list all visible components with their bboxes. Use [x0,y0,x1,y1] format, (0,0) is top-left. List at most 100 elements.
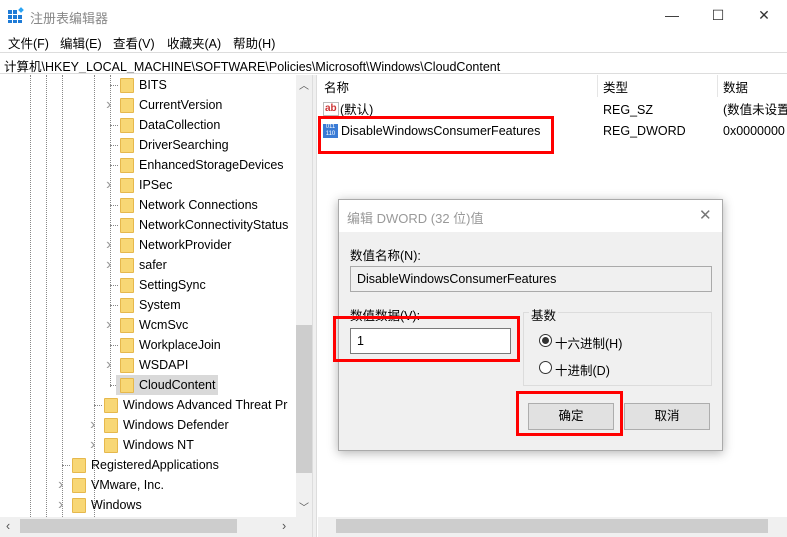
folder-icon [104,398,118,413]
menu-file[interactable]: 文件(F) [8,33,49,52]
chevron-right-icon[interactable]: › [90,415,95,435]
tree-item[interactable]: › Windows [0,495,296,515]
highlight-value-data [333,316,520,362]
folder-icon [120,358,134,373]
tree-item-label: WorkplaceJoin [139,338,221,352]
registry-tree: BITS › CurrentVersion DataCollection DriverS… [0,75,296,517]
column-header-name[interactable]: 名称 [324,78,349,98]
highlight-value-name [318,116,554,154]
folder-icon [104,418,118,433]
tree-item[interactable]: › Windows Defender [0,415,296,435]
folder-icon [120,198,134,213]
chevron-right-icon[interactable]: › [106,355,111,375]
radio-checked-icon[interactable] [539,334,552,347]
value-name-field: DisableWindowsConsumerFeatures [350,266,712,292]
tree-item-label: IPSec [139,178,173,192]
folder-icon [120,98,134,113]
tree-item[interactable]: Network Connections [0,195,296,215]
chevron-right-icon[interactable]: › [106,175,111,195]
chevron-right-icon[interactable]: › [106,235,111,255]
folder-icon [120,78,134,93]
tree-item[interactable]: SettingSync [0,275,296,295]
tree-vertical-scrollbar[interactable]: ︿ ﹀ [296,75,312,517]
folder-icon [120,238,134,253]
chevron-right-icon[interactable]: › [106,315,111,335]
title-bar: 注册表编辑器 — ☐ ✕ [0,0,787,30]
scroll-thumb[interactable] [296,325,312,473]
tree-item[interactable]: DriverSearching [0,135,296,155]
chevron-right-icon[interactable]: › [58,475,63,495]
tree-item[interactable]: RegisteredApplications [0,455,296,475]
menu-edit[interactable]: 编辑(E) [60,33,102,52]
folder-icon [104,438,118,453]
tree-item[interactable]: › NetworkProvider [0,235,296,255]
maximize-button[interactable]: ☐ [695,0,741,30]
tree-item[interactable]: EnhancedStorageDevices [0,155,296,175]
scroll-thumb[interactable] [336,519,768,533]
chevron-right-icon[interactable]: › [90,435,95,455]
scroll-up-icon[interactable]: ︿ [299,77,309,92]
tree-item[interactable]: BITS [0,75,296,95]
folder-icon [120,218,134,233]
cancel-button[interactable]: 取消 [624,403,710,430]
chevron-right-icon[interactable]: › [106,255,111,275]
tree-item-label: WSDAPI [139,358,189,372]
scroll-down-icon[interactable]: ﹀ [299,499,309,514]
folder-icon [120,318,134,333]
radio-decimal-label: 十进制(D) [555,364,610,378]
tree-item[interactable]: WorkplaceJoin [0,335,296,355]
tree-item-label: CurrentVersion [139,98,223,112]
scroll-thumb[interactable] [20,519,237,533]
value-type: REG_SZ [603,103,654,117]
chevron-right-icon[interactable]: › [58,495,63,515]
folder-icon [120,258,134,273]
folder-icon [120,338,134,353]
chevron-right-icon[interactable]: › [106,95,111,115]
value-data: (数值未设置 [723,103,787,117]
menu-help[interactable]: 帮助(H) [233,33,275,52]
column-header-data[interactable]: 数据 [723,78,748,98]
menu-view[interactable]: 查看(V) [113,33,155,52]
dialog-title-bar: 编辑 DWORD (32 位)值 ✕ [339,200,722,232]
pane-splitter[interactable] [312,75,317,537]
tree-item[interactable]: DataCollection [0,115,296,135]
minimize-button[interactable]: — [649,0,695,30]
highlight-ok-button [516,391,623,436]
tree-item-label: Windows [91,498,142,512]
menu-bar: 文件(F) 编辑(E) 查看(V) 收藏夹(A) 帮助(H) [0,30,787,52]
tree-item[interactable]: › WcmSvc [0,315,296,335]
tree-item[interactable]: › CurrentVersion [0,95,296,115]
folder-icon [120,138,134,153]
regedit-app-icon [8,7,24,23]
tree-item[interactable]: › IPSec [0,175,296,195]
values-horizontal-scrollbar[interactable] [318,517,787,537]
tree-item[interactable]: System [0,295,296,315]
tree-item-label: System [139,298,181,312]
tree-item[interactable]: NetworkConnectivityStatus [0,215,296,235]
folder-icon [120,278,134,293]
tree-item-label: Windows Defender [123,418,229,432]
tree-item[interactable]: › Windows NT [0,435,296,455]
address-bar[interactable]: 计算机\HKEY_LOCAL_MACHINE\SOFTWARE\Policies… [0,52,787,74]
tree-item[interactable]: › VMware, Inc. [0,475,296,495]
tree-item[interactable]: CloudContent [0,375,296,395]
tree-item[interactable]: › WSDAPI [0,355,296,375]
scroll-left-icon[interactable]: ‹ [6,519,10,533]
folder-icon [120,378,134,393]
tree-item-label: NetworkProvider [139,238,232,252]
tree-item[interactable]: Windows Advanced Threat Pr [0,395,296,415]
tree-item-label: DriverSearching [139,138,229,152]
radio-unchecked-icon[interactable] [539,361,552,374]
close-button[interactable]: ✕ [741,0,787,30]
tree-item-label: SettingSync [139,278,206,292]
ab-string-icon: ab [323,102,339,116]
tree-item-label: WcmSvc [139,318,189,332]
tree-item[interactable]: › safer [0,255,296,275]
column-header-type[interactable]: 类型 [603,78,628,98]
window-title: 注册表编辑器 [30,11,109,26]
tree-horizontal-scrollbar[interactable]: ‹ › [0,517,312,537]
radio-hex-label: 十六进制(H) [555,337,623,351]
menu-favorites[interactable]: 收藏夹(A) [167,33,221,52]
dialog-close-icon[interactable]: ✕ [699,206,712,224]
scroll-right-icon[interactable]: › [282,519,286,533]
